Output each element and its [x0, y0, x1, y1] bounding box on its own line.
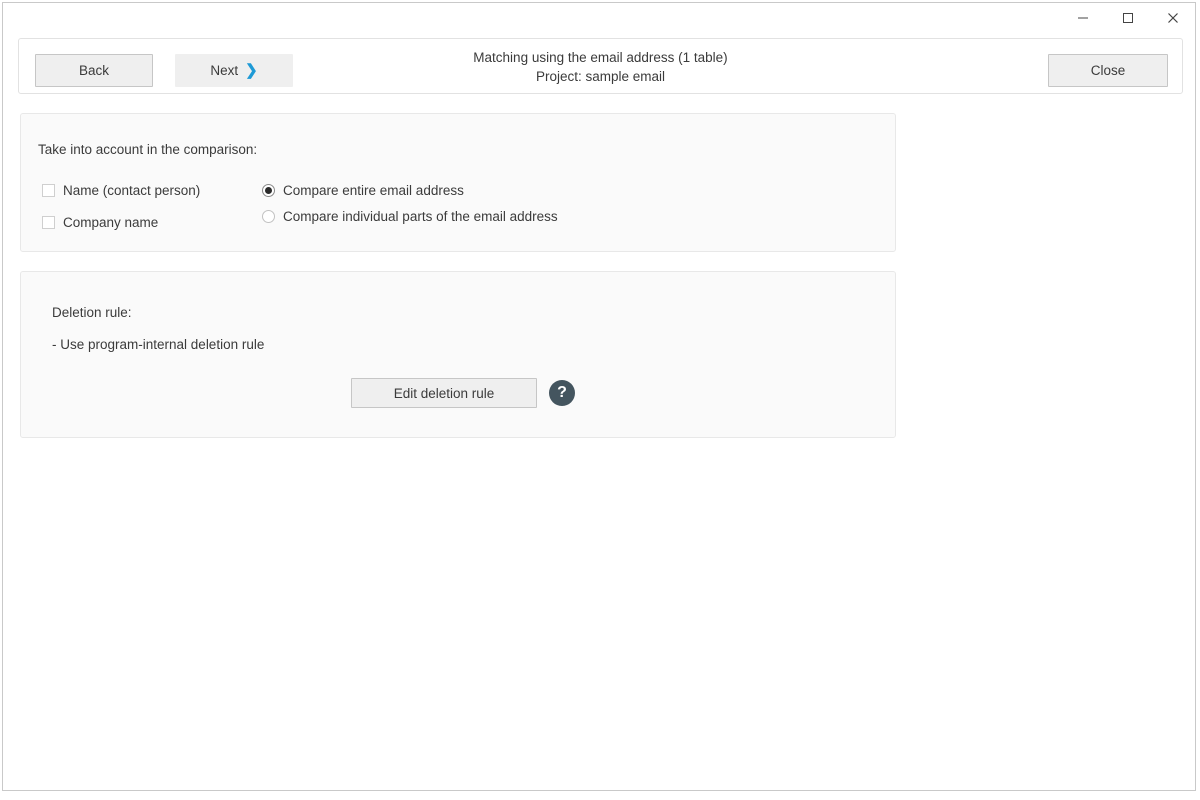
application-window: Back Next ❯ Matching using the email add…	[2, 2, 1196, 791]
comparison-heading: Take into account in the comparison:	[38, 142, 258, 157]
checkbox-icon[interactable]	[42, 184, 55, 197]
back-button[interactable]: Back	[35, 54, 153, 87]
deletion-rule-panel: Deletion rule: - Use program-internal de…	[20, 271, 896, 438]
comparison-options-panel: Take into account in the comparison: Nam…	[20, 113, 896, 252]
close-button[interactable]: Close	[1048, 54, 1168, 87]
radio-icon-selected[interactable]	[262, 184, 275, 197]
wizard-toolbar: Back Next ❯ Matching using the email add…	[18, 38, 1183, 94]
help-icon-glyph: ?	[557, 384, 567, 401]
radio-icon[interactable]	[262, 210, 275, 223]
chevron-right-icon: ❯	[245, 62, 258, 79]
next-button[interactable]: Next ❯	[175, 54, 293, 87]
deletion-rule-value: - Use program-internal deletion rule	[52, 337, 265, 352]
close-button-label: Close	[1090, 63, 1126, 78]
checkbox-company-name-label: Company name	[63, 215, 159, 230]
close-window-button[interactable]	[1150, 3, 1195, 33]
help-icon[interactable]: ?	[549, 380, 575, 406]
checkbox-icon[interactable]	[42, 216, 55, 229]
back-button-label: Back	[78, 63, 109, 78]
edit-deletion-rule-button[interactable]: Edit deletion rule	[351, 378, 537, 408]
radio-compare-entire-email-label: Compare entire email address	[283, 183, 464, 198]
checkbox-name-contact-person[interactable]: Name (contact person)	[42, 183, 200, 198]
title-bar	[3, 3, 1195, 33]
radio-compare-individual-parts-label: Compare individual parts of the email ad…	[283, 209, 558, 224]
radio-compare-individual-parts[interactable]: Compare individual parts of the email ad…	[262, 209, 558, 224]
checkbox-name-contact-person-label: Name (contact person)	[63, 183, 201, 198]
checkbox-company-name[interactable]: Company name	[42, 215, 158, 230]
deletion-rule-heading: Deletion rule:	[52, 305, 132, 320]
next-button-label: Next	[210, 63, 239, 78]
minimize-button[interactable]	[1060, 3, 1105, 33]
edit-deletion-rule-button-label: Edit deletion rule	[393, 385, 495, 401]
maximize-button[interactable]	[1105, 3, 1150, 33]
radio-compare-entire-email[interactable]: Compare entire email address	[262, 183, 464, 198]
